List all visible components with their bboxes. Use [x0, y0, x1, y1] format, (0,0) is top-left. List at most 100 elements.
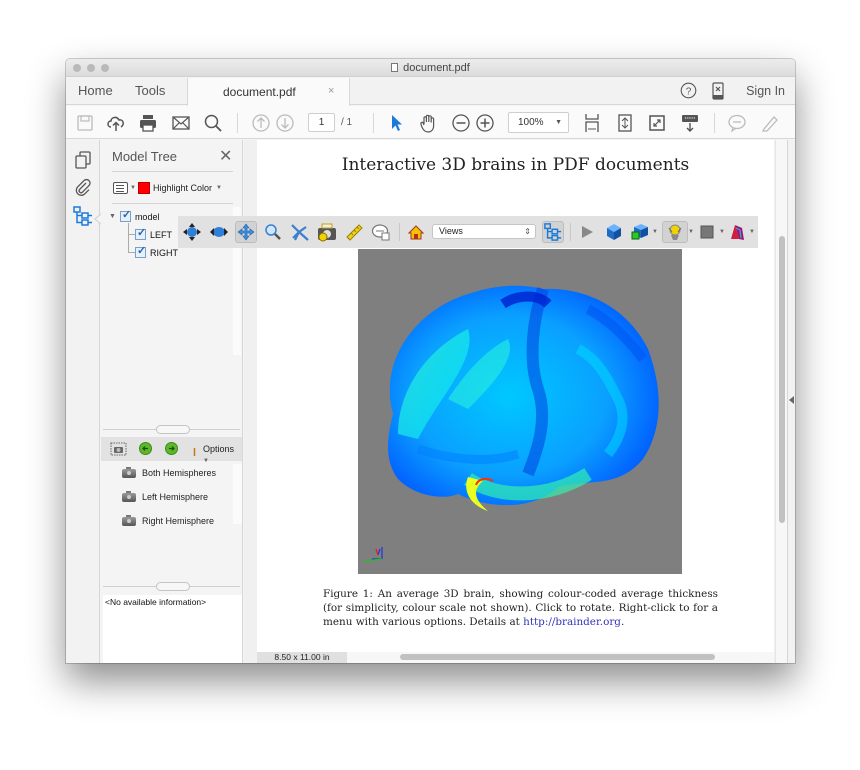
- camera-properties-icon[interactable]: [316, 221, 338, 243]
- lighting-icon[interactable]: [662, 221, 688, 243]
- read-mode-icon[interactable]: [680, 113, 700, 133]
- page-number-input[interactable]: 1: [308, 113, 335, 132]
- expand-triangle-icon[interactable]: ▼: [109, 213, 116, 220]
- fly-tool-icon[interactable]: [289, 221, 311, 243]
- close-tab-button[interactable]: ×: [328, 85, 334, 97]
- measure-tool-icon[interactable]: [343, 221, 365, 243]
- page-thumbnails-icon[interactable]: [73, 150, 93, 170]
- model-tree-icon[interactable]: [73, 206, 93, 226]
- spin-tool-icon[interactable]: [208, 221, 230, 243]
- save-button[interactable]: [75, 113, 95, 133]
- node-checkbox[interactable]: [135, 226, 146, 240]
- tab-document[interactable]: document.pdf ×: [187, 78, 350, 106]
- options-menu[interactable]: Options ▼: [203, 444, 242, 464]
- expand-right-pane-icon[interactable]: [789, 396, 794, 404]
- toggle-model-tree-icon[interactable]: [542, 221, 564, 243]
- create-view-icon[interactable]: [110, 442, 127, 462]
- view-item[interactable]: Right Hemisphere: [122, 514, 214, 526]
- sign-in-link[interactable]: Sign In: [746, 84, 785, 98]
- 3d-viewer[interactable]: [358, 249, 682, 574]
- rotate-page-icon[interactable]: [615, 113, 635, 133]
- toolbar-divider: [237, 113, 238, 133]
- window-title: document.pdf: [66, 62, 795, 74]
- email-icon[interactable]: [171, 113, 191, 133]
- document-title: Interactive 3D brains in PDF documents: [341, 155, 690, 175]
- search-icon[interactable]: [203, 113, 223, 133]
- render-mode-icon[interactable]: [630, 221, 652, 243]
- highlight-pen-icon[interactable]: [760, 113, 780, 133]
- hand-tool-icon[interactable]: [418, 113, 438, 133]
- view-item[interactable]: Both Hemispheres: [122, 466, 216, 478]
- print-icon[interactable]: [138, 113, 158, 133]
- view-label: Left Hemisphere: [142, 492, 209, 502]
- zoom-in-icon[interactable]: [475, 113, 495, 133]
- default-view-home-icon[interactable]: [405, 221, 427, 243]
- cross-section-icon[interactable]: [726, 221, 748, 243]
- help-icon[interactable]: ?: [680, 82, 697, 104]
- panel-splitter[interactable]: [101, 582, 242, 592]
- zoom-level-value: 100%: [518, 117, 544, 128]
- close-panel-button[interactable]: ✕: [219, 146, 232, 166]
- zoom-tool-icon[interactable]: [262, 221, 284, 243]
- chevron-down-icon[interactable]: ▼: [652, 229, 658, 235]
- comment-icon[interactable]: [727, 113, 747, 133]
- chevron-down-icon[interactable]: ▼: [130, 185, 136, 191]
- zoom-out-icon[interactable]: [451, 113, 471, 133]
- previous-page-button[interactable]: [251, 113, 271, 133]
- node-checkbox[interactable]: [135, 244, 146, 258]
- view-item[interactable]: Left Hemisphere: [122, 490, 209, 502]
- highlight-color-row: ▼ Highlight Color ▼: [113, 180, 224, 196]
- tab-document-label: document.pdf: [223, 85, 296, 99]
- caption-end: .: [620, 616, 625, 628]
- zoom-level-select[interactable]: 100% ▼: [508, 112, 569, 133]
- tree-node-right[interactable]: RIGHT: [135, 244, 178, 258]
- projection-cube-icon[interactable]: [603, 221, 625, 243]
- options-label: Options: [203, 444, 235, 454]
- main-toolbar: 1 / 1 100% ▼: [66, 106, 795, 139]
- previous-view-icon[interactable]: [139, 442, 152, 460]
- views-scrollbar[interactable]: [233, 464, 242, 524]
- highlight-color-swatch[interactable]: [137, 182, 150, 194]
- info-box: <No available information>: [103, 595, 242, 663]
- next-view-icon[interactable]: [165, 442, 178, 460]
- node-checkbox[interactable]: [119, 208, 131, 222]
- mobile-link-icon[interactable]: [712, 82, 724, 105]
- attachments-paperclip-icon[interactable]: [73, 177, 93, 197]
- views-select-value: Views: [439, 226, 463, 236]
- rotate-tool-icon[interactable]: [181, 221, 203, 243]
- views-select[interactable]: Views ⇕: [432, 224, 536, 239]
- next-page-button[interactable]: [275, 113, 295, 133]
- toolbar-divider: [570, 223, 571, 241]
- brain-model[interactable]: [358, 249, 682, 574]
- tab-home[interactable]: Home: [78, 83, 113, 98]
- upload-cloud-icon[interactable]: [106, 113, 126, 133]
- options-list-icon[interactable]: [113, 182, 128, 194]
- node-label: model: [134, 211, 160, 222]
- pan-tool-icon[interactable]: [235, 221, 257, 243]
- chevron-down-icon[interactable]: ▼: [216, 185, 222, 191]
- full-screen-icon[interactable]: [647, 113, 667, 133]
- tree-connector: [128, 223, 129, 253]
- chevron-down-icon[interactable]: ▼: [719, 229, 725, 235]
- chevron-down-icon[interactable]: ▼: [749, 229, 755, 235]
- status-bar: 8.50 x 11.00 in: [257, 652, 774, 663]
- 3d-comment-icon[interactable]: [370, 221, 392, 243]
- select-tool-icon[interactable]: [386, 113, 406, 133]
- fit-page-icon[interactable]: [582, 113, 602, 133]
- play-animation-icon[interactable]: [576, 221, 598, 243]
- tab-tools[interactable]: Tools: [135, 83, 165, 98]
- vertical-scrollbar[interactable]: [779, 236, 785, 523]
- horizontal-scrollbar[interactable]: [400, 654, 715, 660]
- panel-splitter[interactable]: [101, 425, 242, 435]
- chevron-down-icon[interactable]: ▼: [688, 229, 694, 235]
- caption-text: Figure 1: An average 3D brain, showing c…: [323, 588, 718, 628]
- highlight-color-label[interactable]: Highlight Color: [153, 183, 212, 193]
- panel-title: Model Tree: [112, 149, 178, 164]
- background-color-icon[interactable]: [696, 221, 718, 243]
- tree-node-left[interactable]: LEFT: [135, 226, 172, 240]
- brainder-link[interactable]: http://brainder.org: [523, 616, 621, 628]
- info-text: <No available information>: [105, 597, 207, 607]
- tree-node-model[interactable]: ▼ model: [109, 208, 160, 222]
- 3d-toolbar: Views ⇕ ▼ ▼ ▼ ▼: [178, 216, 758, 248]
- divider: [112, 203, 233, 204]
